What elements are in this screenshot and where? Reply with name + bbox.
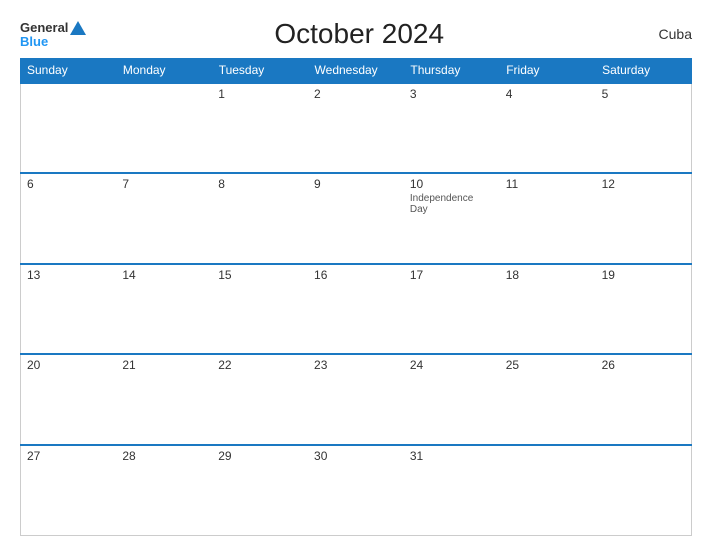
event-label: Independence Day: [410, 193, 494, 215]
weekday-header: Wednesday: [308, 59, 404, 83]
day-number: 1: [218, 87, 302, 101]
day-number: 6: [27, 177, 110, 191]
weekday-header: Monday: [116, 59, 212, 83]
calendar-week-row: 27 28 29 30 31: [21, 445, 692, 536]
calendar-day-cell: 23: [308, 354, 404, 445]
day-number: 22: [218, 358, 302, 372]
day-number: 14: [122, 268, 206, 282]
weekday-header: Saturday: [596, 59, 692, 83]
calendar-day-cell: 3: [404, 83, 500, 174]
calendar-day-cell: [21, 83, 117, 174]
day-number: 5: [602, 87, 685, 101]
calendar-day-cell: 12: [596, 173, 692, 264]
weekday-header-row: SundayMondayTuesdayWednesdayThursdayFrid…: [21, 59, 692, 83]
day-number: 13: [27, 268, 110, 282]
day-number: 11: [506, 177, 590, 191]
day-number: 28: [122, 449, 206, 463]
calendar-day-cell: 30: [308, 445, 404, 536]
calendar-day-cell: 10 Independence Day: [404, 173, 500, 264]
calendar-day-cell: 27: [21, 445, 117, 536]
day-number: 10: [410, 177, 494, 191]
calendar-day-cell: 26: [596, 354, 692, 445]
calendar-day-cell: 2: [308, 83, 404, 174]
calendar-day-cell: 22: [212, 354, 308, 445]
day-number: 21: [122, 358, 206, 372]
logo-blue-text: Blue: [20, 35, 48, 48]
logo: General Blue: [20, 21, 86, 48]
header: General Blue October 2024 Cuba: [20, 18, 692, 50]
calendar-day-cell: 14: [116, 264, 212, 355]
day-number: 7: [122, 177, 206, 191]
month-title: October 2024: [86, 18, 632, 50]
weekday-header: Tuesday: [212, 59, 308, 83]
day-number: 16: [314, 268, 398, 282]
day-number: 15: [218, 268, 302, 282]
day-number: 26: [602, 358, 685, 372]
calendar-day-cell: 18: [500, 264, 596, 355]
calendar-day-cell: 4: [500, 83, 596, 174]
day-number: 8: [218, 177, 302, 191]
calendar-day-cell: 29: [212, 445, 308, 536]
calendar-week-row: 12345: [21, 83, 692, 174]
calendar-day-cell: 8: [212, 173, 308, 264]
calendar-table: SundayMondayTuesdayWednesdayThursdayFrid…: [20, 58, 692, 536]
calendar-day-cell: 21: [116, 354, 212, 445]
weekday-header: Friday: [500, 59, 596, 83]
day-number: 25: [506, 358, 590, 372]
day-number: 12: [602, 177, 685, 191]
day-number: 9: [314, 177, 398, 191]
calendar-week-row: 6789 10 Independence Day 11 12: [21, 173, 692, 264]
day-number: 4: [506, 87, 590, 101]
day-number: 3: [410, 87, 494, 101]
weekday-header: Thursday: [404, 59, 500, 83]
day-number: 19: [602, 268, 685, 282]
calendar-day-cell: [116, 83, 212, 174]
day-number: 2: [314, 87, 398, 101]
calendar-day-cell: 20: [21, 354, 117, 445]
day-number: 27: [27, 449, 110, 463]
calendar-day-cell: 13: [21, 264, 117, 355]
calendar-day-cell: 11: [500, 173, 596, 264]
calendar-day-cell: 16: [308, 264, 404, 355]
day-number: 23: [314, 358, 398, 372]
calendar-day-cell: 31: [404, 445, 500, 536]
day-number: 18: [506, 268, 590, 282]
calendar-day-cell: 9: [308, 173, 404, 264]
calendar-day-cell: 6: [21, 173, 117, 264]
calendar-day-cell: 7: [116, 173, 212, 264]
day-number: 24: [410, 358, 494, 372]
calendar-day-cell: 19: [596, 264, 692, 355]
day-number: 17: [410, 268, 494, 282]
country-label: Cuba: [632, 26, 692, 42]
calendar-day-cell: 28: [116, 445, 212, 536]
calendar-day-cell: 1: [212, 83, 308, 174]
calendar-day-cell: 17: [404, 264, 500, 355]
day-number: 20: [27, 358, 110, 372]
calendar-day-cell: [596, 445, 692, 536]
logo-general-text: General: [20, 21, 68, 34]
day-number: 31: [410, 449, 494, 463]
day-number: 29: [218, 449, 302, 463]
calendar-day-cell: 25: [500, 354, 596, 445]
calendar-day-cell: 5: [596, 83, 692, 174]
day-number: 30: [314, 449, 398, 463]
calendar-week-row: 20 21 22 23 24 25 26: [21, 354, 692, 445]
calendar-day-cell: [500, 445, 596, 536]
calendar-week-row: 13 14 15 16 17 18 19: [21, 264, 692, 355]
calendar-day-cell: 24: [404, 354, 500, 445]
weekday-header: Sunday: [21, 59, 117, 83]
logo-icon: [70, 21, 86, 35]
calendar-page: General Blue October 2024 Cuba SundayMon…: [0, 0, 712, 550]
calendar-day-cell: 15: [212, 264, 308, 355]
